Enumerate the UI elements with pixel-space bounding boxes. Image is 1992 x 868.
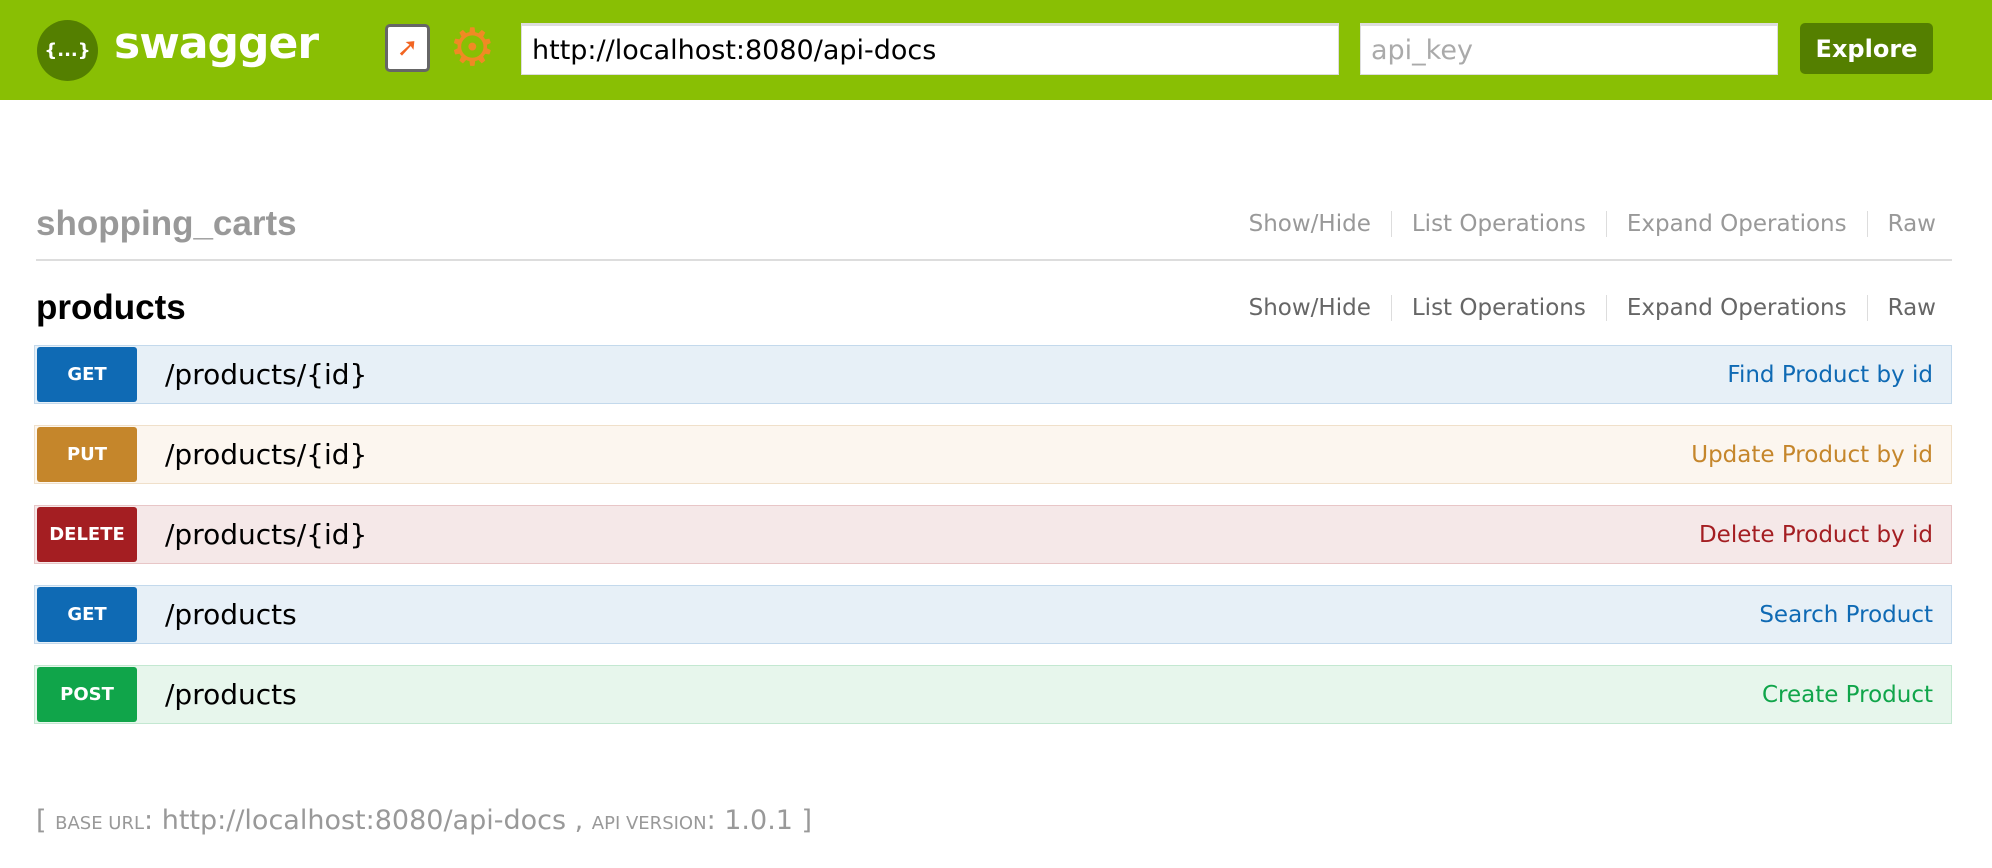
operation-path[interactable]: /products/{id} (165, 358, 1727, 391)
method-badge[interactable]: DELETE (37, 507, 137, 562)
raw-link[interactable]: Raw (1868, 211, 1952, 237)
operation-row[interactable]: DELETE /products/{id} Delete Product by … (34, 505, 1952, 564)
brand-name[interactable]: swagger (114, 18, 319, 69)
bracket-close: ] (792, 805, 813, 836)
show-hide-link[interactable]: Show/Hide (1229, 295, 1392, 321)
top-bar: {...} swagger ➚ ⚙ http://localhost:8080/… (0, 0, 1992, 100)
raw-link[interactable]: Raw (1868, 295, 1952, 321)
operation-summary[interactable]: Create Product (1762, 682, 1933, 708)
resource-title[interactable]: shopping_carts (36, 204, 297, 244)
operation-path[interactable]: /products (165, 598, 1759, 631)
api-version-label: API Version (591, 813, 707, 834)
operation-row[interactable]: POST /products Create Product (34, 665, 1952, 724)
operation-row[interactable]: GET /products Search Product (34, 585, 1952, 644)
list-operations-link[interactable]: List Operations (1392, 295, 1607, 321)
operation-row[interactable]: PUT /products/{id} Update Product by id (34, 425, 1952, 484)
resource-title[interactable]: products (36, 288, 186, 328)
operation-path[interactable]: /products (165, 678, 1762, 711)
list-operations-link[interactable]: List Operations (1392, 211, 1607, 237)
method-badge[interactable]: GET (37, 347, 137, 402)
base-url-value: http://localhost:8080/api-docs (161, 805, 567, 836)
gear-icon[interactable]: ⚙ (449, 20, 496, 76)
explore-button[interactable]: Explore (1800, 23, 1933, 74)
swagger-logo-icon[interactable]: {...} (37, 20, 98, 81)
api-url-input[interactable]: http://localhost:8080/api-docs (521, 23, 1339, 75)
separator: , (566, 805, 592, 836)
operation-summary[interactable]: Find Product by id (1727, 362, 1933, 388)
bracket-open: [ (36, 805, 56, 836)
expand-operations-link[interactable]: Expand Operations (1607, 211, 1868, 237)
resource-products: products Show/Hide List Operations Expan… (36, 280, 1952, 336)
api-info-footer: [ Base URL: http://localhost:8080/api-do… (36, 805, 813, 836)
base-url-label: Base URL (55, 813, 145, 834)
operation-summary[interactable]: Update Product by id (1691, 442, 1933, 468)
expand-operations-link[interactable]: Expand Operations (1607, 295, 1868, 321)
operation-path[interactable]: /products/{id} (165, 438, 1691, 471)
method-badge[interactable]: PUT (37, 427, 137, 482)
operation-summary[interactable]: Search Product (1759, 602, 1933, 628)
method-badge[interactable]: GET (37, 587, 137, 642)
operation-summary[interactable]: Delete Product by id (1699, 522, 1933, 548)
bone-icon[interactable]: ➚ (385, 24, 430, 72)
operation-row[interactable]: GET /products/{id} Find Product by id (34, 345, 1952, 404)
operation-path[interactable]: /products/{id} (165, 518, 1699, 551)
resource-shopping-carts: shopping_carts Show/Hide List Operations… (36, 195, 1952, 261)
api-key-input[interactable]: api_key (1360, 23, 1778, 75)
method-badge[interactable]: POST (37, 667, 137, 722)
show-hide-link[interactable]: Show/Hide (1229, 211, 1392, 237)
api-version-value: 1.0.1 (724, 805, 793, 836)
